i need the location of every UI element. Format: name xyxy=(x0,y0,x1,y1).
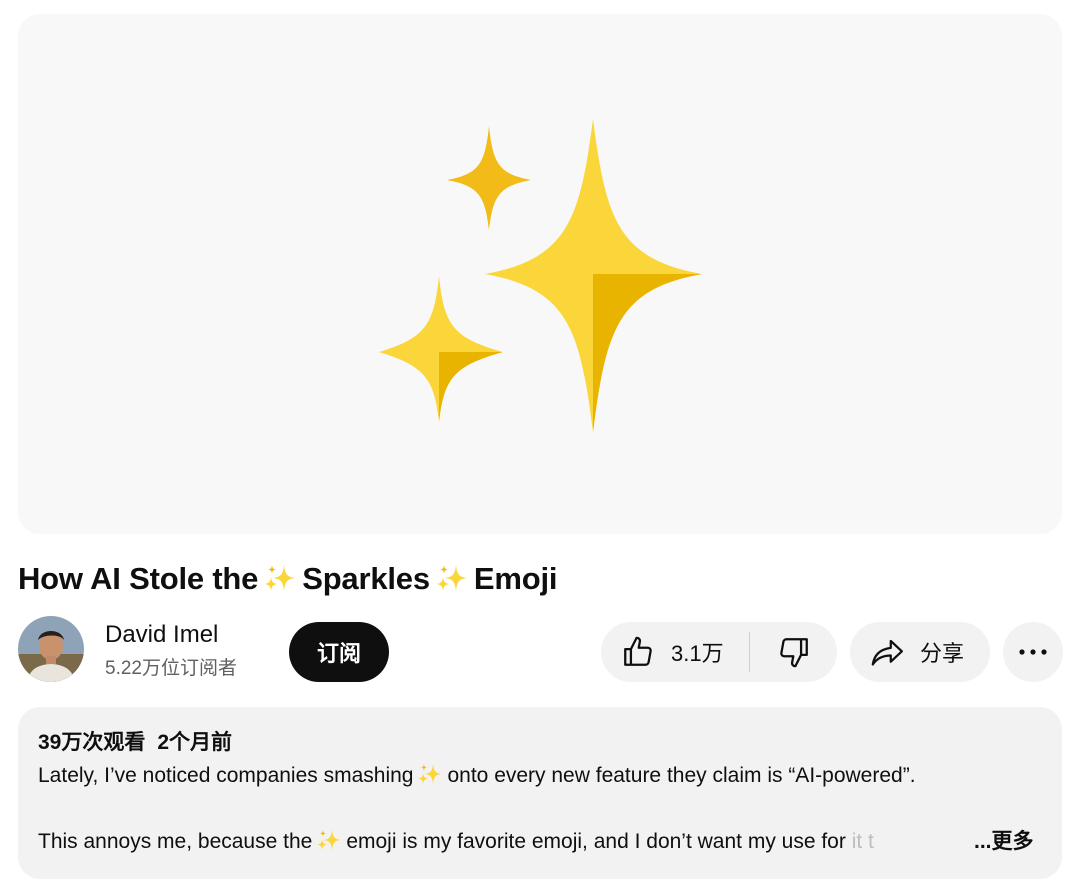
channel-name[interactable]: David Imel xyxy=(105,620,218,650)
share-arrow-icon xyxy=(871,639,903,666)
show-more-link[interactable]: ...更多 xyxy=(970,828,1034,856)
dislike-button[interactable] xyxy=(750,622,837,682)
more-actions-button[interactable] xyxy=(1003,622,1063,682)
share-button[interactable]: 分享 xyxy=(850,622,990,682)
description-text: This annoys me, because the xyxy=(38,830,313,853)
view-count: 39万次观看 xyxy=(38,731,146,754)
video-player[interactable] xyxy=(18,14,1062,534)
sparkles-icon xyxy=(419,764,442,784)
subscriber-count: 5.22万位订阅者 xyxy=(105,658,237,679)
like-dislike-group: 3.1万 xyxy=(601,622,837,682)
title-text: Emoji xyxy=(473,561,558,596)
like-button[interactable]: 3.1万 xyxy=(601,622,749,682)
upload-age: 2个月前 xyxy=(157,731,233,754)
description-text: Lately, I’ve noticed companies smashing xyxy=(38,764,414,787)
sparkles-icon xyxy=(265,565,296,591)
more-horizontal-icon xyxy=(1019,649,1047,655)
thumbs-up-icon xyxy=(624,636,652,666)
description-fade-text: it t xyxy=(851,830,874,853)
description-line: This annoys me, because the emoji is my … xyxy=(38,828,978,856)
description-line: Lately, I’ve noticed companies smashing … xyxy=(38,762,916,790)
title-text: How AI Stole the xyxy=(18,561,259,596)
description-box[interactable]: 39万次观看 2个月前 Lately, I’ve noticed companie… xyxy=(18,707,1062,879)
sparkles-icon xyxy=(436,565,467,591)
description-text: onto every new feature they claim is “AI… xyxy=(447,764,916,787)
sparkles-icon xyxy=(317,830,341,850)
share-label: 分享 xyxy=(920,641,965,666)
description-text: emoji is my favorite emoji, and I don’t … xyxy=(346,830,846,853)
video-title: How AI Stole the Sparkles Emoji xyxy=(18,556,557,602)
video-meta: 39万次观看 2个月前 xyxy=(38,729,232,757)
like-count: 3.1万 xyxy=(671,641,724,666)
subscribe-button[interactable]: 订阅 xyxy=(289,622,389,682)
avatar-image xyxy=(18,616,84,682)
channel-avatar[interactable] xyxy=(18,616,84,682)
title-text: Sparkles xyxy=(302,561,430,596)
thumbs-down-icon xyxy=(779,638,808,668)
sparkles-icon xyxy=(379,119,702,432)
